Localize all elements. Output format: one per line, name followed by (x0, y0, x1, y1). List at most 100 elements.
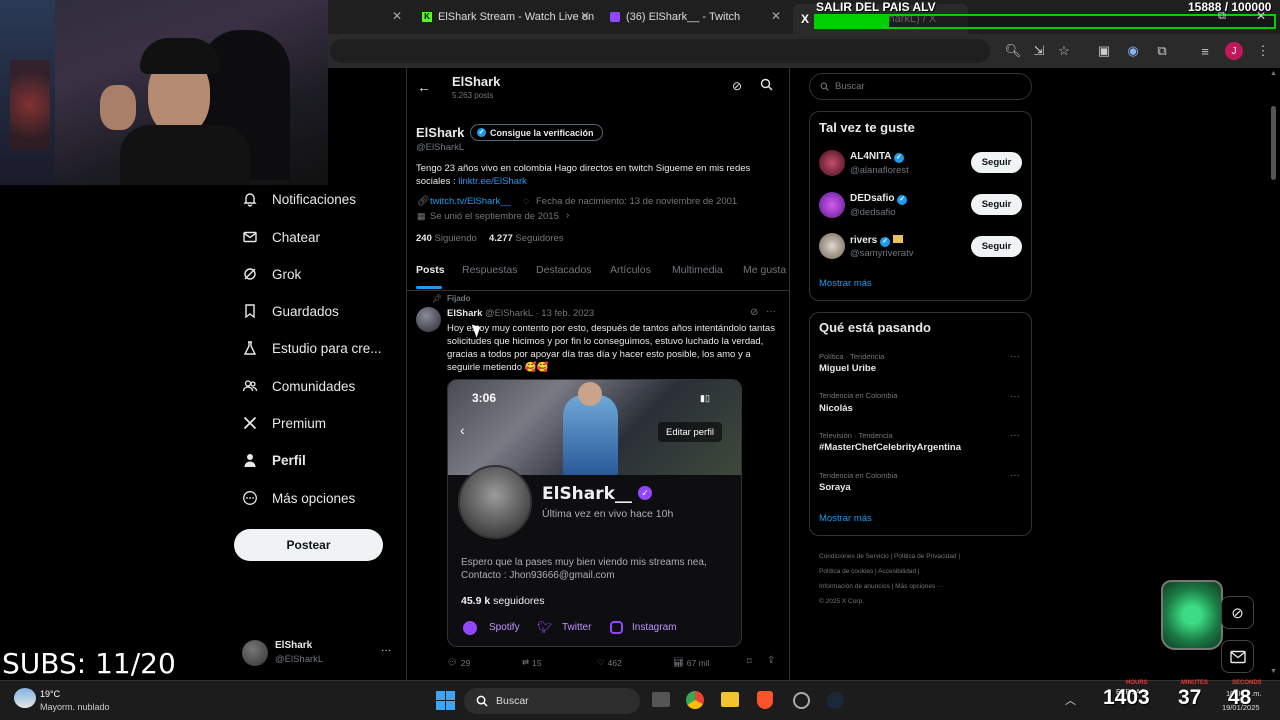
search-icon[interactable] (760, 78, 773, 91)
nav-profile[interactable]: Perfil (242, 452, 306, 468)
bookmark-icon[interactable]: ⌑ (747, 656, 752, 667)
app-icon[interactable] (793, 692, 810, 709)
footer-link[interactable]: Información de anuncios (819, 583, 890, 590)
trend-item[interactable]: #MasterChefCelebrityArgentina (819, 442, 961, 453)
footer-link[interactable]: Condiciones de Servicio (819, 553, 889, 560)
footer-link[interactable]: Accesibilidad (878, 568, 916, 575)
suggestion-avatar[interactable] (819, 233, 845, 259)
tab-twitch[interactable]: (36) ElShark__ - Twitch (610, 6, 740, 28)
browser-menu-icon[interactable]: ⋮ (1254, 42, 1272, 60)
tab-posts[interactable]: Posts (416, 264, 445, 276)
tweet-author-name[interactable]: ElShark (447, 308, 482, 319)
bookmark-star-icon[interactable]: ☆ (1055, 42, 1073, 60)
nav-grok[interactable]: Grok (242, 266, 301, 282)
nav-bookmarks[interactable]: Guardados (242, 303, 339, 319)
trend-more-icon[interactable]: ··· (1010, 430, 1020, 441)
profile-avatar[interactable]: J (1225, 42, 1243, 60)
suggestion-name[interactable]: rivers ✓ (850, 235, 903, 247)
nav-creator-studio[interactable]: Estudio para cre... (242, 340, 382, 356)
chrome-icon[interactable] (686, 691, 704, 709)
get-verified-button[interactable]: ✓ Consigue la verificación (470, 124, 603, 141)
search-box[interactable]: Buscar (809, 73, 1032, 100)
file-explorer-icon[interactable] (721, 692, 739, 707)
account-more-icon[interactable]: ··· (381, 645, 391, 656)
close-tab-icon[interactable]: ✕ (771, 9, 781, 23)
tab-replies[interactable]: Respuestas (462, 264, 517, 276)
views-button[interactable]: 📊︎ 67 mil (673, 657, 709, 668)
steam-icon[interactable] (827, 692, 844, 709)
tray-chevron-icon[interactable]: ︿ (1065, 692, 1076, 708)
following-label: Siguiendo (434, 233, 477, 244)
tab-media[interactable]: Multimedia (672, 264, 723, 276)
nav-chat[interactable]: Chatear (242, 229, 320, 245)
footer-link[interactable]: Más opciones ··· (895, 583, 943, 590)
install-app-icon[interactable]: ⇲ (1030, 42, 1048, 60)
post-button[interactable]: Postear (234, 529, 383, 561)
nav-notifications[interactable]: Notificaciones (242, 191, 356, 207)
tweet-more-icon[interactable]: ··· (766, 306, 776, 317)
close-window-icon[interactable]: ✕ (1256, 9, 1266, 23)
nav-more-options[interactable]: Más opciones (242, 490, 355, 506)
close-tab-icon[interactable]: ✕ (580, 9, 590, 23)
tab-articles[interactable]: Artículos (610, 264, 651, 276)
embed-bio: Espero que la pases muy bien viendo mis … (461, 557, 707, 581)
suggestion-name[interactable]: AL4NITA ✓ (850, 151, 904, 163)
tab-highlights[interactable]: Destacados (536, 264, 591, 276)
show-more-suggestions-link[interactable]: Mostrar más (819, 278, 872, 289)
media-control-icon[interactable]: ≡ (1196, 42, 1214, 60)
windows-start-icon[interactable] (436, 691, 455, 710)
share-icon[interactable]: ⇪ (767, 655, 775, 666)
puzzle-extensions-icon[interactable]: ⧉ (1153, 42, 1171, 60)
embed-followers: 45.9 k seguidores (461, 595, 545, 607)
show-more-trends-link[interactable]: Mostrar más (819, 513, 872, 524)
trend-item[interactable]: Nicolás (819, 403, 853, 414)
url-field[interactable] (330, 39, 990, 63)
bio-link[interactable]: linktr.ee/ElShark (458, 176, 527, 187)
trend-more-icon[interactable]: ··· (1010, 391, 1020, 402)
page-scrollbar[interactable]: ▲ ▼ (1268, 68, 1280, 680)
embed-status-time: 3:06 (472, 391, 497, 405)
pinned-label: Fijado (447, 294, 471, 303)
back-arrow-icon[interactable]: ← (417, 79, 431, 95)
weather-icon[interactable] (14, 688, 36, 708)
grok-explain-icon[interactable]: ⊘ (750, 307, 758, 318)
task-view-icon[interactable] (652, 692, 670, 707)
trend-more-icon[interactable]: ··· (1010, 470, 1020, 481)
follow-button[interactable]: Seguir (971, 194, 1022, 215)
restore-window-icon[interactable]: ⧉ (1218, 10, 1226, 23)
chevron-right-icon[interactable]: › (566, 210, 569, 221)
like-button[interactable]: ♡ 462 (597, 657, 622, 668)
footer-link[interactable]: Política de Privacidad (894, 553, 957, 560)
nav-communities[interactable]: Comunidades (242, 378, 355, 394)
tab-kick[interactable]: K ElShark Stream - Watch Live on (422, 6, 594, 28)
trend-item[interactable]: Miguel Uribe (819, 363, 876, 374)
messages-float-button[interactable] (1221, 640, 1254, 673)
reply-button[interactable]: 💬︎ 29 (447, 657, 470, 668)
tweet-author-avatar[interactable] (416, 307, 441, 332)
taskbar-search[interactable]: Buscar (464, 688, 640, 714)
profile-website-link[interactable]: twitch.tv/ElShark__ (430, 196, 511, 207)
zoom-icon[interactable]: 🔍︎ (1004, 42, 1022, 60)
tweet-media-image[interactable]: 3:06 ▮▯ ‹ Editar perfil ElShark__ ✓ Últi… (447, 379, 742, 647)
close-tab-icon[interactable]: ✕ (392, 9, 402, 23)
footer-link[interactable]: Política de cookies (819, 568, 873, 575)
trend-item[interactable]: Soraya (819, 482, 851, 493)
tab-likes[interactable]: Me gusta (743, 264, 786, 276)
following-stat[interactable]: 240 Siguiendo (416, 233, 477, 244)
followers-stat[interactable]: 4.277 Seguidores (489, 233, 563, 244)
grok-icon (242, 266, 258, 282)
nav-premium[interactable]: Premium (242, 415, 326, 431)
repost-button[interactable]: ⇄ 15 (522, 657, 542, 668)
suggestion-avatar[interactable] (819, 192, 845, 218)
suggestion-name[interactable]: DEDsafio ✓ (850, 193, 908, 205)
extension-icon[interactable]: ◉ (1124, 42, 1142, 60)
follow-button[interactable]: Seguir (971, 152, 1022, 173)
trend-more-icon[interactable]: ··· (1010, 351, 1020, 362)
grok-float-button[interactable]: ⊘ (1221, 596, 1254, 629)
suggestion-avatar[interactable] (819, 150, 845, 176)
extension-ad-icon[interactable]: ▣ (1095, 42, 1113, 60)
brave-icon[interactable] (757, 691, 773, 709)
follow-button[interactable]: Seguir (971, 236, 1022, 257)
grok-profile-icon[interactable]: ⊘ (732, 79, 742, 93)
account-avatar[interactable] (242, 640, 268, 666)
